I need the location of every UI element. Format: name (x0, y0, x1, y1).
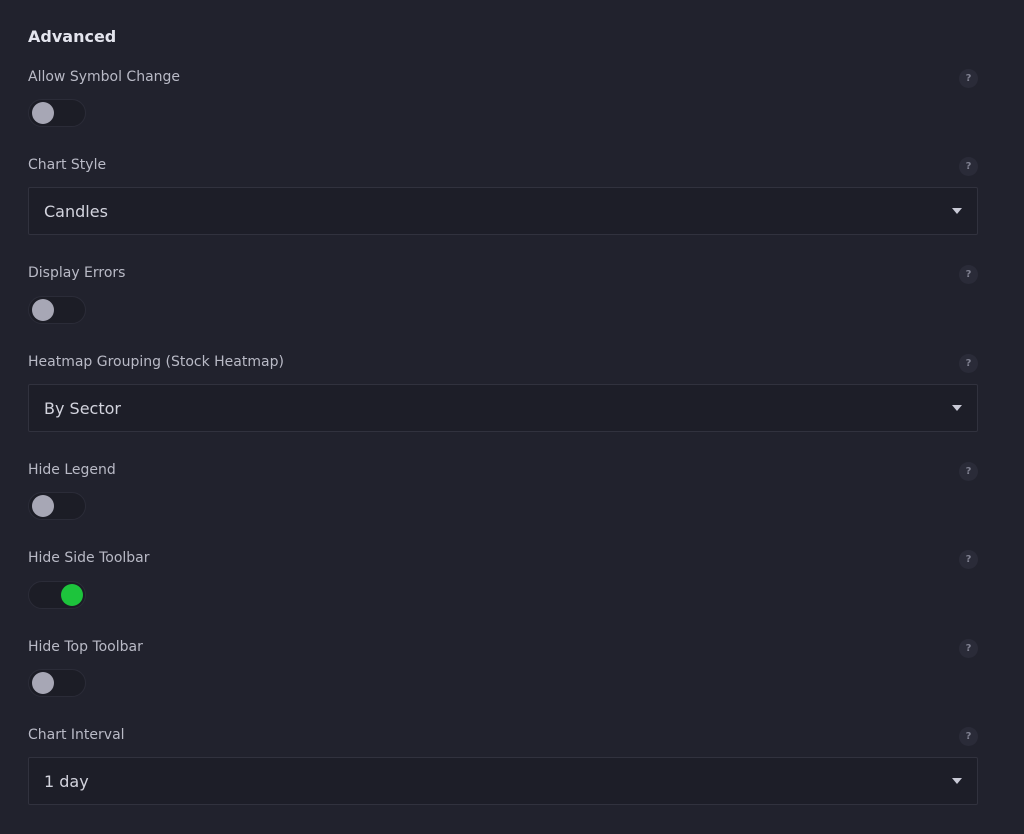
help-icon[interactable]: ? (959, 69, 978, 88)
hide-side-toolbar-toggle[interactable] (28, 581, 86, 609)
toggle-knob (32, 299, 54, 321)
allow-symbol-change-label: Allow Symbol Change (28, 69, 181, 85)
chart-interval-value: 1 day (44, 772, 89, 791)
display-errors-toggle[interactable] (28, 296, 86, 324)
chart-style-select[interactable]: Candles (28, 187, 978, 235)
help-icon[interactable]: ? (959, 462, 978, 481)
hide-legend-label: Hide Legend (28, 462, 116, 478)
chart-style-label: Chart Style (28, 157, 107, 173)
hide-legend-toggle[interactable] (28, 492, 86, 520)
chart-style-value: Candles (44, 202, 108, 221)
toggle-knob (61, 584, 83, 606)
chart-interval-select[interactable]: 1 day (28, 757, 978, 805)
chevron-down-icon (952, 778, 962, 784)
section-title: Advanced (28, 27, 117, 46)
help-icon[interactable]: ? (959, 550, 978, 569)
heatmap-grouping-select[interactable]: By Sector (28, 384, 978, 432)
hide-top-toolbar-label: Hide Top Toolbar (28, 639, 143, 655)
chevron-down-icon (952, 208, 962, 214)
toggle-knob (32, 672, 54, 694)
help-icon[interactable]: ? (959, 354, 978, 373)
help-icon[interactable]: ? (959, 265, 978, 284)
advanced-settings-panel: Advanced Allow Symbol Change ? Chart Sty… (0, 0, 1024, 834)
hide-top-toolbar-toggle[interactable] (28, 669, 86, 697)
display-errors-label: Display Errors (28, 265, 126, 281)
heatmap-grouping-label: Heatmap Grouping (Stock Heatmap) (28, 354, 284, 370)
help-icon[interactable]: ? (959, 157, 978, 176)
toggle-knob (32, 495, 54, 517)
chevron-down-icon (952, 405, 962, 411)
help-icon[interactable]: ? (959, 639, 978, 658)
hide-side-toolbar-label: Hide Side Toolbar (28, 550, 150, 566)
chart-interval-label: Chart Interval (28, 727, 125, 743)
toggle-knob (32, 102, 54, 124)
heatmap-grouping-value: By Sector (44, 399, 121, 418)
help-icon[interactable]: ? (959, 727, 978, 746)
allow-symbol-change-toggle[interactable] (28, 99, 86, 127)
